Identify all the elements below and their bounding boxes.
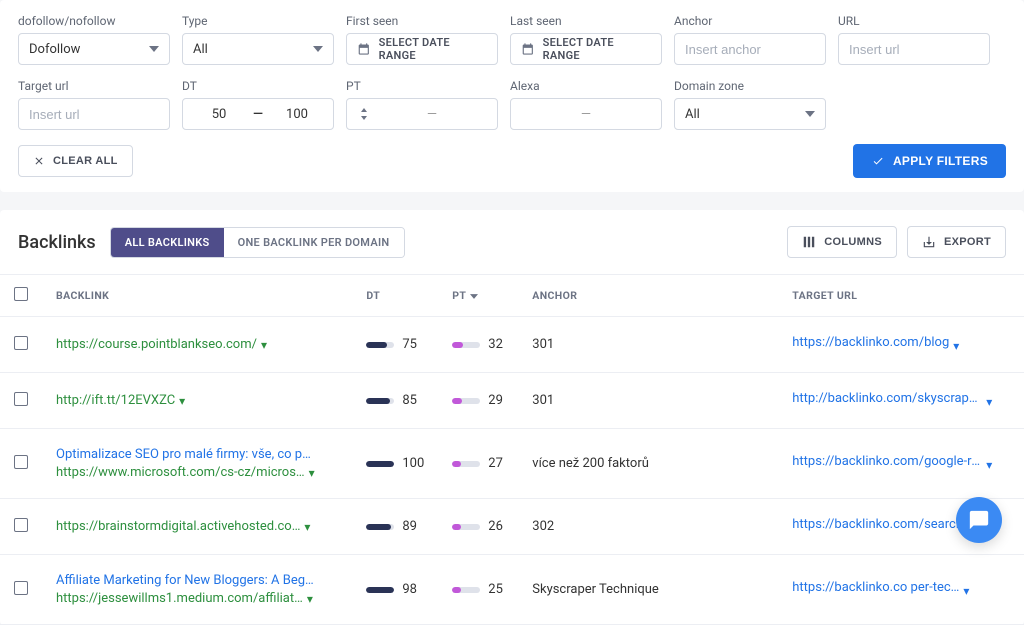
alexa-range[interactable]: — — [510, 98, 662, 130]
chevron-down-icon[interactable]: ▾ — [986, 395, 992, 409]
check-icon — [871, 155, 885, 167]
chevron-down-icon[interactable]: ▾ — [963, 584, 969, 598]
filter-label-dofollow: dofollow/nofollow — [18, 14, 170, 28]
export-button[interactable]: EXPORT — [907, 226, 1006, 258]
dt-range[interactable]: 50 — 100 — [182, 98, 334, 130]
anchor-cell: 301 — [518, 373, 778, 429]
chevron-down-icon[interactable]: ▾ — [309, 466, 315, 480]
col-target[interactable]: TARGET URL — [778, 275, 1024, 317]
pt-bar: 32 — [452, 337, 503, 352]
mode-tabs: ALL BACKLINKS ONE BACKLINK PER DOMAIN — [110, 227, 405, 258]
backlink-url[interactable]: https://course.pointblankseo.com/ — [56, 337, 257, 352]
anchor-cell: 302 — [518, 499, 778, 555]
row-checkbox[interactable] — [14, 581, 28, 595]
dt-bar: 85 — [366, 393, 417, 408]
filter-label-type: Type — [182, 14, 334, 28]
row-checkbox[interactable] — [14, 336, 28, 350]
chevron-down-icon — [313, 44, 323, 54]
url-input[interactable] — [838, 33, 990, 65]
anchor-cell: více než 200 faktorů — [518, 429, 778, 499]
domain-zone-select[interactable]: All — [674, 98, 826, 130]
row-checkbox[interactable] — [14, 392, 28, 406]
target-url-input[interactable] — [18, 98, 170, 130]
anchor-cell: Skyscraper Technique — [518, 555, 778, 625]
target-url[interactable]: https://backlinko.com/google-ranking… — [792, 454, 982, 469]
select-all-checkbox[interactable] — [14, 287, 28, 301]
backlink-title[interactable]: Affiliate Marketing for New Bloggers: A … — [56, 573, 316, 588]
dt-bar: 89 — [366, 519, 417, 534]
filter-label-lastseen: Last seen — [510, 14, 662, 28]
pt-bar: 26 — [452, 519, 503, 534]
pt-bar: 29 — [452, 393, 503, 408]
col-anchor[interactable]: ANCHOR — [518, 275, 778, 317]
dofollow-select[interactable]: Dofollow — [18, 33, 170, 65]
download-icon — [922, 235, 936, 249]
calendar-icon — [521, 42, 535, 56]
dt-bar: 98 — [366, 582, 417, 597]
chevron-down-icon[interactable]: ▾ — [304, 520, 310, 534]
apply-filters-button[interactable]: APPLY FILTERS — [853, 144, 1006, 178]
columns-icon — [802, 235, 816, 249]
target-url[interactable]: https://backlinko.co per-tec… — [792, 580, 959, 595]
row-checkbox[interactable] — [14, 518, 28, 532]
section-title: Backlinks — [18, 232, 96, 253]
filter-label-anchor: Anchor — [674, 14, 826, 28]
filter-label-url: URL — [838, 14, 990, 28]
table-row: https://brainstormdigital.activehosted.c… — [0, 499, 1024, 555]
backlink-url[interactable]: https://jessewillms1.medium.com/affiliat… — [56, 591, 303, 606]
calendar-icon — [357, 42, 371, 56]
type-select[interactable]: All — [182, 33, 334, 65]
anchor-cell: 301 — [518, 317, 778, 373]
filter-label-pt: PT — [346, 79, 498, 93]
table-row: Affiliate Marketing for New Bloggers: A … — [0, 555, 1024, 625]
chevron-down-icon[interactable]: ▾ — [986, 458, 992, 472]
sort-icon — [359, 108, 369, 120]
target-url[interactable]: http://backlinko.com/skyscraper-tech… — [792, 391, 982, 406]
backlinks-table: BACKLINK DT PT ANCHOR TARGET URL https:/… — [0, 274, 1024, 625]
anchor-input[interactable] — [674, 33, 826, 65]
chevron-down-icon[interactable]: ▾ — [307, 592, 313, 606]
chevron-down-icon[interactable]: ▾ — [261, 338, 267, 352]
filter-label-firstseen: First seen — [346, 14, 498, 28]
filters-panel: dofollow/nofollow Dofollow Type All Firs… — [0, 0, 1024, 192]
filter-label-alexa: Alexa — [510, 79, 662, 93]
col-dt[interactable]: DT — [352, 275, 438, 317]
filter-label-dt: DT — [182, 79, 334, 93]
backlink-title[interactable]: Optimalizace SEO pro malé firmy: vše, co… — [56, 447, 316, 462]
pt-bar: 27 — [452, 456, 503, 471]
clear-all-button[interactable]: CLEAR ALL — [18, 145, 133, 177]
chevron-down-icon — [805, 109, 815, 119]
pt-range[interactable]: — — [346, 98, 498, 130]
sort-desc-icon — [466, 289, 478, 302]
tab-one-per-domain[interactable]: ONE BACKLINK PER DOMAIN — [224, 228, 404, 257]
table-row: http://ift.tt/12EVXZC ▾ 85 29 301 http://back… — [0, 373, 1024, 429]
chat-fab[interactable] — [956, 497, 1002, 543]
last-seen-date-range[interactable]: SELECT DATE RANGE — [510, 33, 662, 65]
columns-button[interactable]: COLUMNS — [787, 226, 897, 258]
close-icon — [33, 155, 45, 167]
first-seen-date-range[interactable]: SELECT DATE RANGE — [346, 33, 498, 65]
tab-all-backlinks[interactable]: ALL BACKLINKS — [111, 228, 224, 257]
row-checkbox[interactable] — [14, 455, 28, 469]
table-row: Optimalizace SEO pro malé firmy: vše, co… — [0, 429, 1024, 499]
target-url[interactable]: https://backlinko.com/search-engine-… — [792, 517, 982, 532]
chevron-down-icon — [149, 44, 159, 54]
pt-bar: 25 — [452, 582, 503, 597]
backlink-url[interactable]: https://brainstormdigital.activehosted.c… — [56, 519, 300, 534]
col-backlink[interactable]: BACKLINK — [42, 275, 352, 317]
target-url[interactable]: https://backlinko.com/blog — [792, 335, 949, 350]
col-pt[interactable]: PT — [438, 275, 518, 317]
backlink-url[interactable]: https://www.microsoft.com/cs-cz/micros… — [56, 465, 305, 480]
backlinks-section: Backlinks ALL BACKLINKS ONE BACKLINK PER… — [0, 210, 1024, 625]
chat-icon — [968, 509, 990, 531]
chevron-down-icon[interactable]: ▾ — [953, 339, 959, 353]
dt-bar: 100 — [366, 456, 424, 471]
table-row: https://course.pointblankseo.com/ ▾ 75 32 30… — [0, 317, 1024, 373]
chevron-down-icon[interactable]: ▾ — [179, 394, 185, 408]
backlink-url[interactable]: http://ift.tt/12EVXZC — [56, 393, 175, 408]
filter-label-domainzone: Domain zone — [674, 79, 826, 93]
dt-bar: 75 — [366, 337, 417, 352]
filter-label-targeturl: Target url — [18, 79, 170, 93]
